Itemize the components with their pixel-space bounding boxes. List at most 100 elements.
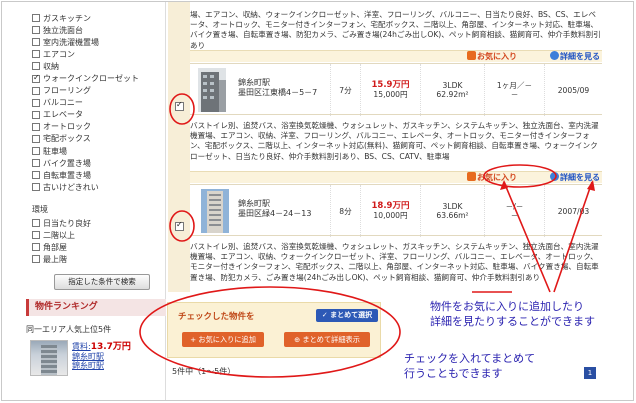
built-date: 2007/03: [544, 185, 602, 237]
arrow-circle-icon: [550, 51, 559, 60]
checkbox-label: 駐車場: [43, 146, 67, 156]
management-fee: 15,000円: [373, 90, 408, 99]
checkbox[interactable]: [32, 219, 40, 228]
checkbox-option[interactable]: 古いけどきれい: [32, 181, 160, 193]
ranking-station-link-2[interactable]: 錦糸町駅: [72, 361, 104, 370]
bulk-view-details-button[interactable]: ⊕ まとめて詳細表示: [284, 332, 370, 347]
checkbox[interactable]: [32, 122, 40, 131]
note-line: チェックを入れてまとめて: [404, 352, 536, 365]
listing-checkbox-2[interactable]: [175, 220, 184, 231]
checkbox[interactable]: [32, 134, 40, 143]
listing-location-2[interactable]: 錦糸町駅 墨田区緑4－24－13: [238, 199, 311, 219]
checkbox-option[interactable]: フローリング: [32, 85, 160, 97]
property-photo-1[interactable]: [198, 68, 226, 112]
station-name: 錦糸町駅: [238, 78, 270, 87]
checkbox[interactable]: [32, 38, 40, 47]
view-detail-link[interactable]: 詳細を見る: [550, 51, 600, 63]
checkbox-option[interactable]: 角部屋: [32, 241, 160, 253]
note-line: 詳細を見たりすることができます: [430, 315, 595, 328]
listing-description-2: バストイレ別、追焚バス、浴室換気乾燥機、ウォシュレット、ガスキッチン、システムキ…: [190, 242, 599, 282]
checkbox-option[interactable]: 独立洗面台: [32, 24, 160, 36]
listing-location-1[interactable]: 錦糸町駅 墨田区江東橋4－5－7: [238, 78, 317, 98]
checkbox-option[interactable]: 日当たり良好: [32, 217, 160, 229]
ranking-price-label[interactable]: 賃料:: [72, 342, 91, 351]
checkbox[interactable]: [32, 73, 40, 83]
detail-label: 詳細を見る: [560, 52, 600, 61]
layout-cell: 3LDK 63.66m²: [420, 185, 484, 237]
ranking-property-photo[interactable]: [30, 340, 68, 376]
checkbox[interactable]: [32, 183, 40, 192]
walk-time: 8分: [330, 185, 360, 237]
annotation-note-bulk: チェックを入れてまとめて 行うこともできます: [404, 351, 535, 381]
listing-row-2: 錦糸町駅 墨田区緑4－24－13 8分 18.9万円 10,000円 3LDK 63.…: [190, 184, 602, 237]
select-all-label: まとめて選択: [330, 311, 373, 319]
management-fee: 10,000円: [373, 211, 408, 220]
checkbox-option[interactable]: 二階以上: [32, 229, 160, 241]
rent: 15.9万円: [371, 80, 410, 90]
checkbox-option[interactable]: 駐車場: [32, 145, 160, 157]
checkbox-option[interactable]: バルコニー: [32, 97, 160, 109]
add-favorite-link[interactable]: お気に入り: [467, 51, 517, 63]
floor-area: 62.92m²: [436, 90, 469, 99]
environment-checklist: 日当たり良好 二階以上 角部屋最上階: [32, 217, 160, 265]
checkbox-option[interactable]: バイク置き場: [32, 157, 160, 169]
checkbox-option[interactable]: 宅配ボックス: [32, 133, 160, 145]
checkbox-option[interactable]: エレベータ: [32, 109, 160, 121]
checkbox[interactable]: [32, 62, 40, 71]
select-all-button[interactable]: ✓ まとめて選択: [316, 309, 378, 322]
checkbox[interactable]: [32, 110, 40, 119]
ranking-price[interactable]: 13.7万円: [91, 342, 131, 352]
checkbox-label: 角部屋: [43, 242, 67, 252]
checkbox-option[interactable]: 室内洗濯機置場: [32, 36, 160, 48]
plus-icon: [467, 172, 476, 181]
checkbox[interactable]: [32, 14, 40, 23]
add-favorite-link-2[interactable]: お気に入り: [467, 172, 517, 184]
checkbox[interactable]: [32, 243, 40, 252]
building-image: [41, 345, 57, 375]
favorite-label: お気に入り: [477, 173, 517, 182]
bulk-add-favorites-button[interactable]: + お気に入りに追加: [182, 332, 264, 347]
checkbox-option[interactable]: ガスキッチン: [32, 12, 160, 24]
checkbox-label: エアコン: [43, 49, 75, 59]
checkbox-option[interactable]: エアコン: [32, 48, 160, 60]
checkbox[interactable]: [32, 26, 40, 35]
search-with-conditions-button[interactable]: 指定した条件で検索: [54, 274, 150, 290]
checkbox-label: 最上階: [43, 254, 67, 264]
checkbox[interactable]: [32, 231, 40, 240]
deposit-cell: 1ヶ月／－－: [484, 64, 544, 116]
checkbox[interactable]: [32, 98, 40, 107]
checkbox-label: 宅配ボックス: [43, 134, 91, 144]
listing-checkbox-1[interactable]: [175, 100, 184, 111]
listing-action-bar: お気に入り 詳細を見る: [190, 50, 602, 62]
page-number-button[interactable]: 1: [584, 367, 596, 379]
checkbox-option[interactable]: 最上階: [32, 253, 160, 265]
checkbox-label: バルコニー: [43, 98, 83, 108]
bulk-action-panel: チェックした物件を ✓ まとめて選択 + お気に入りに追加 ⊕ まとめて詳細表示: [167, 302, 381, 358]
checkbox-label: ガスキッチン: [43, 13, 91, 23]
listing-action-bar-2: お気に入り 詳細を見る: [190, 171, 602, 183]
checkbox[interactable]: [32, 159, 40, 168]
arrow-circle-icon: [550, 172, 559, 181]
floor-area: 63.66m²: [436, 211, 469, 220]
environment-heading: 環境: [32, 205, 48, 214]
property-photo-2[interactable]: [198, 189, 232, 233]
view-detail-link-2[interactable]: 詳細を見る: [550, 172, 600, 184]
favorite-label: お気に入り: [477, 52, 517, 61]
checkbox-label: 独立洗面台: [43, 25, 83, 35]
layout-cell: 3LDK 62.92m²: [420, 64, 484, 116]
ranking-station-link[interactable]: 錦糸町駅: [72, 352, 104, 361]
checkbox-label: 古いけどきれい: [43, 182, 99, 192]
checkbox-option[interactable]: 自転車置き場: [32, 169, 160, 181]
ranking-subtitle: 同一エリア人気上位5件: [26, 325, 112, 334]
built-date: 2005/09: [544, 64, 602, 116]
rent: 18.9万円: [371, 201, 410, 211]
checkbox-option[interactable]: 収納: [32, 60, 160, 72]
checkbox-option[interactable]: オートロック: [32, 121, 160, 133]
checkbox[interactable]: [32, 255, 40, 264]
checkbox[interactable]: [32, 86, 40, 95]
checkbox[interactable]: [32, 147, 40, 156]
checkbox-option[interactable]: ウォークインクローゼット: [32, 72, 160, 84]
checkbox-label: ウォークインクローゼット: [43, 74, 139, 84]
checkbox[interactable]: [32, 50, 40, 59]
checkbox[interactable]: [32, 171, 40, 180]
